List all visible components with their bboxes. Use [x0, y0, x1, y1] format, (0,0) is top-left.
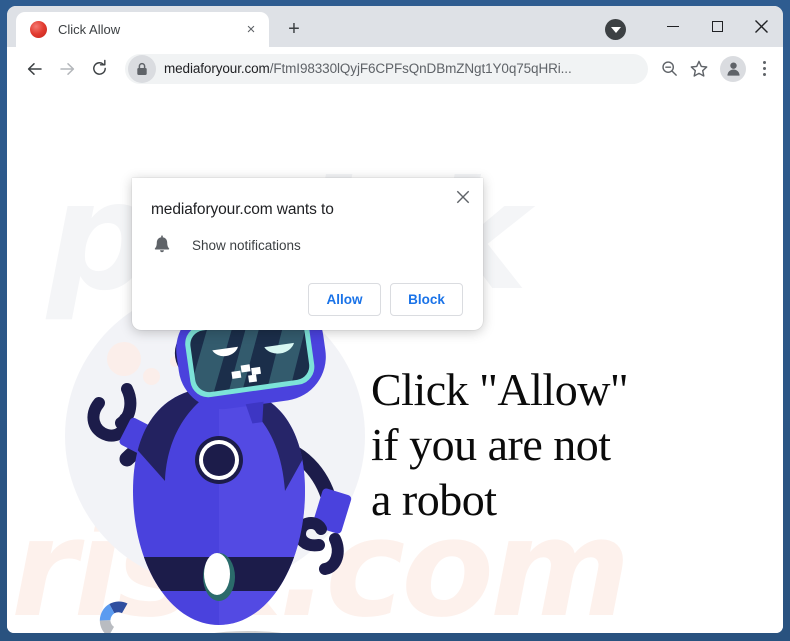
os-window-frame: Click Allow × + mediaforyour.com/FtmI983… — [0, 0, 790, 641]
back-arrow-icon — [27, 62, 42, 75]
url-text: mediaforyour.com/FtmI98330lQyjF6CPFsQnDB… — [156, 61, 648, 76]
close-tab-icon[interactable]: × — [241, 20, 261, 40]
robot-chest-button — [203, 444, 235, 476]
dialog-title: mediaforyour.com wants to — [151, 201, 334, 218]
three-dot-menu-icon[interactable] — [751, 54, 777, 84]
menu-dot — [762, 61, 766, 64]
notification-permission-dialog: mediaforyour.com wants to Show notificat… — [132, 178, 483, 330]
forward-button[interactable] — [51, 53, 83, 85]
close-icon — [754, 20, 768, 33]
url-domain: mediaforyour.com — [164, 61, 270, 76]
lock-icon[interactable] — [128, 54, 156, 83]
bell-icon — [154, 235, 170, 253]
robot-right-claw-b — [319, 533, 344, 575]
robot-mascot-illustration — [87, 296, 352, 625]
address-bar[interactable]: mediaforyour.com/FtmI98330lQyjF6CPFsQnDB… — [125, 53, 648, 84]
page-viewport: pcrisk risk.com — [7, 90, 783, 633]
url-path: /FtmI98330lQyjF6CPFsQnDBmZNgt1Y0q75qHRi.… — [269, 61, 572, 76]
padlock-glyph — [137, 62, 147, 75]
red-sphere-favicon — [30, 21, 47, 38]
back-button[interactable] — [19, 53, 51, 85]
close-x-glyph — [456, 190, 470, 204]
headline-line-3: a robot — [371, 474, 497, 526]
minimize-button[interactable] — [651, 6, 695, 47]
new-tab-button[interactable]: + — [280, 15, 308, 43]
block-button[interactable]: Block — [390, 283, 463, 316]
zoom-out-icon[interactable] — [654, 54, 684, 84]
minimize-icon — [667, 25, 679, 28]
star-glyph — [690, 60, 708, 77]
browser-window: Click Allow × + mediaforyour.com/FtmI983… — [7, 6, 783, 633]
headline-line-2: if you are not — [371, 419, 611, 471]
page-headline: Click "Allow" if you are not a robot — [371, 362, 701, 528]
menu-dot — [762, 67, 766, 70]
magnifier-minus-glyph — [661, 61, 677, 76]
downloads-icon[interactable] — [605, 19, 626, 40]
forward-arrow-icon — [60, 62, 75, 75]
tab-title: Click Allow — [58, 22, 121, 37]
ecaptcha-logo-icon — [99, 601, 128, 633]
permission-label: Show notifications — [192, 237, 301, 253]
robot-belt-buckle — [204, 553, 230, 595]
caret-down-icon — [610, 26, 621, 33]
dialog-close-icon[interactable] — [452, 186, 474, 208]
person-icon — [726, 62, 740, 76]
browser-toolbar: mediaforyour.com/FtmI98330lQyjF6CPFsQnDB… — [7, 47, 783, 90]
allow-button[interactable]: Allow — [308, 283, 381, 316]
maximize-icon — [711, 21, 723, 32]
menu-dot — [762, 73, 766, 76]
headline-line-1: Click "Allow" — [371, 364, 629, 415]
reload-icon — [92, 59, 106, 75]
bookmark-star-icon[interactable] — [684, 54, 714, 84]
robot-right-claw-a — [294, 517, 327, 552]
reload-button[interactable] — [83, 53, 115, 85]
ecaptcha-badge: E-CAPTCHA — [87, 596, 149, 633]
robot-left-claw-b — [115, 383, 137, 429]
profile-avatar[interactable] — [720, 55, 746, 82]
window-controls — [605, 6, 783, 47]
dialog-actions: Allow Block — [132, 255, 483, 316]
close-window-button[interactable] — [739, 6, 783, 47]
tab-strip: Click Allow × + — [7, 6, 783, 47]
tab-click-allow[interactable]: Click Allow × — [16, 12, 269, 47]
maximize-button[interactable] — [695, 6, 739, 47]
permission-row: Show notifications — [132, 219, 483, 255]
